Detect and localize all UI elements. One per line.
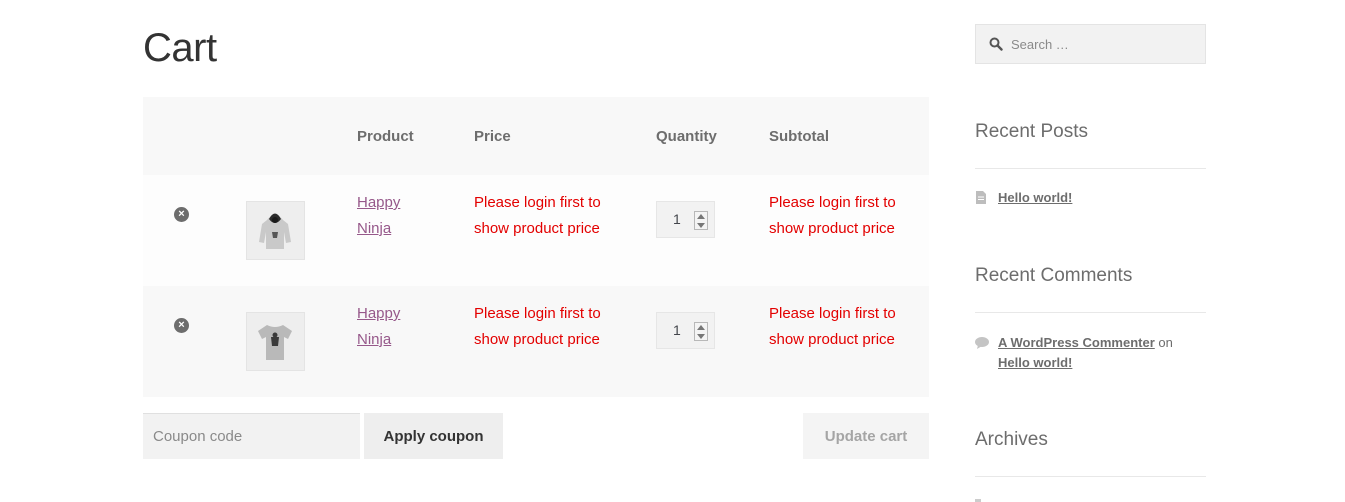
search-icon bbox=[989, 37, 1003, 51]
page-title: Cart bbox=[143, 26, 217, 70]
divider bbox=[975, 312, 1206, 313]
comment-author-link[interactable]: A WordPress Commenter bbox=[998, 335, 1155, 350]
cart-table: Product Price Quantity Subtotal × Happy … bbox=[143, 97, 929, 397]
subtotal-notice-line-1: Please login first to bbox=[769, 305, 896, 322]
coupon-code-input[interactable] bbox=[143, 413, 360, 459]
price-notice-line-1: Please login first to bbox=[474, 305, 601, 322]
quantity-stepper[interactable]: 1 bbox=[656, 201, 715, 238]
archives-title: Archives bbox=[975, 429, 1048, 450]
comment-icon bbox=[975, 337, 989, 349]
spin-down-icon[interactable] bbox=[697, 334, 705, 339]
price-notice-line-1: Please login first to bbox=[474, 194, 601, 211]
quantity-stepper[interactable]: 1 bbox=[656, 312, 715, 349]
recent-comments-title: Recent Comments bbox=[975, 265, 1133, 286]
price-notice: Please login first to show product price bbox=[474, 190, 624, 242]
search-field[interactable] bbox=[975, 24, 1206, 64]
comment-connector: on bbox=[1158, 335, 1173, 350]
document-icon bbox=[976, 191, 986, 204]
price-notice-line-2: show product price bbox=[474, 331, 600, 348]
product-name-line-2[interactable]: Ninja bbox=[357, 327, 427, 353]
comment-post-link[interactable]: Hello world! bbox=[998, 355, 1072, 370]
product-name-line-1[interactable]: Happy bbox=[357, 190, 427, 216]
price-notice-line-2: show product price bbox=[474, 220, 600, 237]
header-product: Product bbox=[357, 128, 414, 145]
search-input[interactable] bbox=[1011, 25, 1201, 63]
recent-comment-item: A WordPress Commenter on Hello world! bbox=[998, 333, 1208, 373]
product-name-link[interactable]: Happy Ninja bbox=[357, 301, 427, 353]
product-name-link[interactable]: Happy Ninja bbox=[357, 190, 427, 242]
subtotal-notice-line-1: Please login first to bbox=[769, 194, 896, 211]
quantity-value[interactable]: 1 bbox=[673, 322, 681, 338]
spin-down-icon[interactable] bbox=[697, 223, 705, 228]
cart-item-row: × Happy Ninja Please login first to show… bbox=[143, 286, 929, 397]
update-cart-button[interactable]: Update cart bbox=[803, 413, 929, 459]
quantity-value[interactable]: 1 bbox=[673, 211, 681, 227]
apply-coupon-button[interactable]: Apply coupon bbox=[364, 413, 503, 459]
header-subtotal: Subtotal bbox=[769, 128, 829, 145]
header-quantity: Quantity bbox=[656, 128, 717, 145]
divider bbox=[975, 476, 1206, 477]
remove-icon[interactable]: × bbox=[174, 318, 189, 333]
tshirt-icon[interactable] bbox=[246, 312, 305, 371]
recent-post-link[interactable]: Hello world! bbox=[998, 190, 1072, 205]
header-price: Price bbox=[474, 128, 511, 145]
spin-up-icon[interactable] bbox=[697, 214, 705, 219]
subtotal-notice-line-2: show product price bbox=[769, 331, 895, 348]
spin-up-icon[interactable] bbox=[697, 325, 705, 330]
product-name-line-2[interactable]: Ninja bbox=[357, 216, 427, 242]
recent-posts-title: Recent Posts bbox=[975, 121, 1088, 142]
cart-item-row: × Happy Ninja Please login first to show… bbox=[143, 175, 929, 286]
cart-table-header: Product Price Quantity Subtotal bbox=[143, 97, 929, 175]
subtotal-notice: Please login first to show product price bbox=[769, 301, 919, 353]
hoodie-icon[interactable] bbox=[246, 201, 305, 260]
spinner-arrows-icon[interactable] bbox=[694, 211, 708, 230]
subtotal-notice-line-2: show product price bbox=[769, 220, 895, 237]
divider bbox=[975, 168, 1206, 169]
price-notice: Please login first to show product price bbox=[474, 301, 624, 353]
subtotal-notice: Please login first to show product price bbox=[769, 190, 919, 242]
product-name-line-1[interactable]: Happy bbox=[357, 301, 427, 327]
remove-icon[interactable]: × bbox=[174, 207, 189, 222]
spinner-arrows-icon[interactable] bbox=[694, 322, 708, 341]
